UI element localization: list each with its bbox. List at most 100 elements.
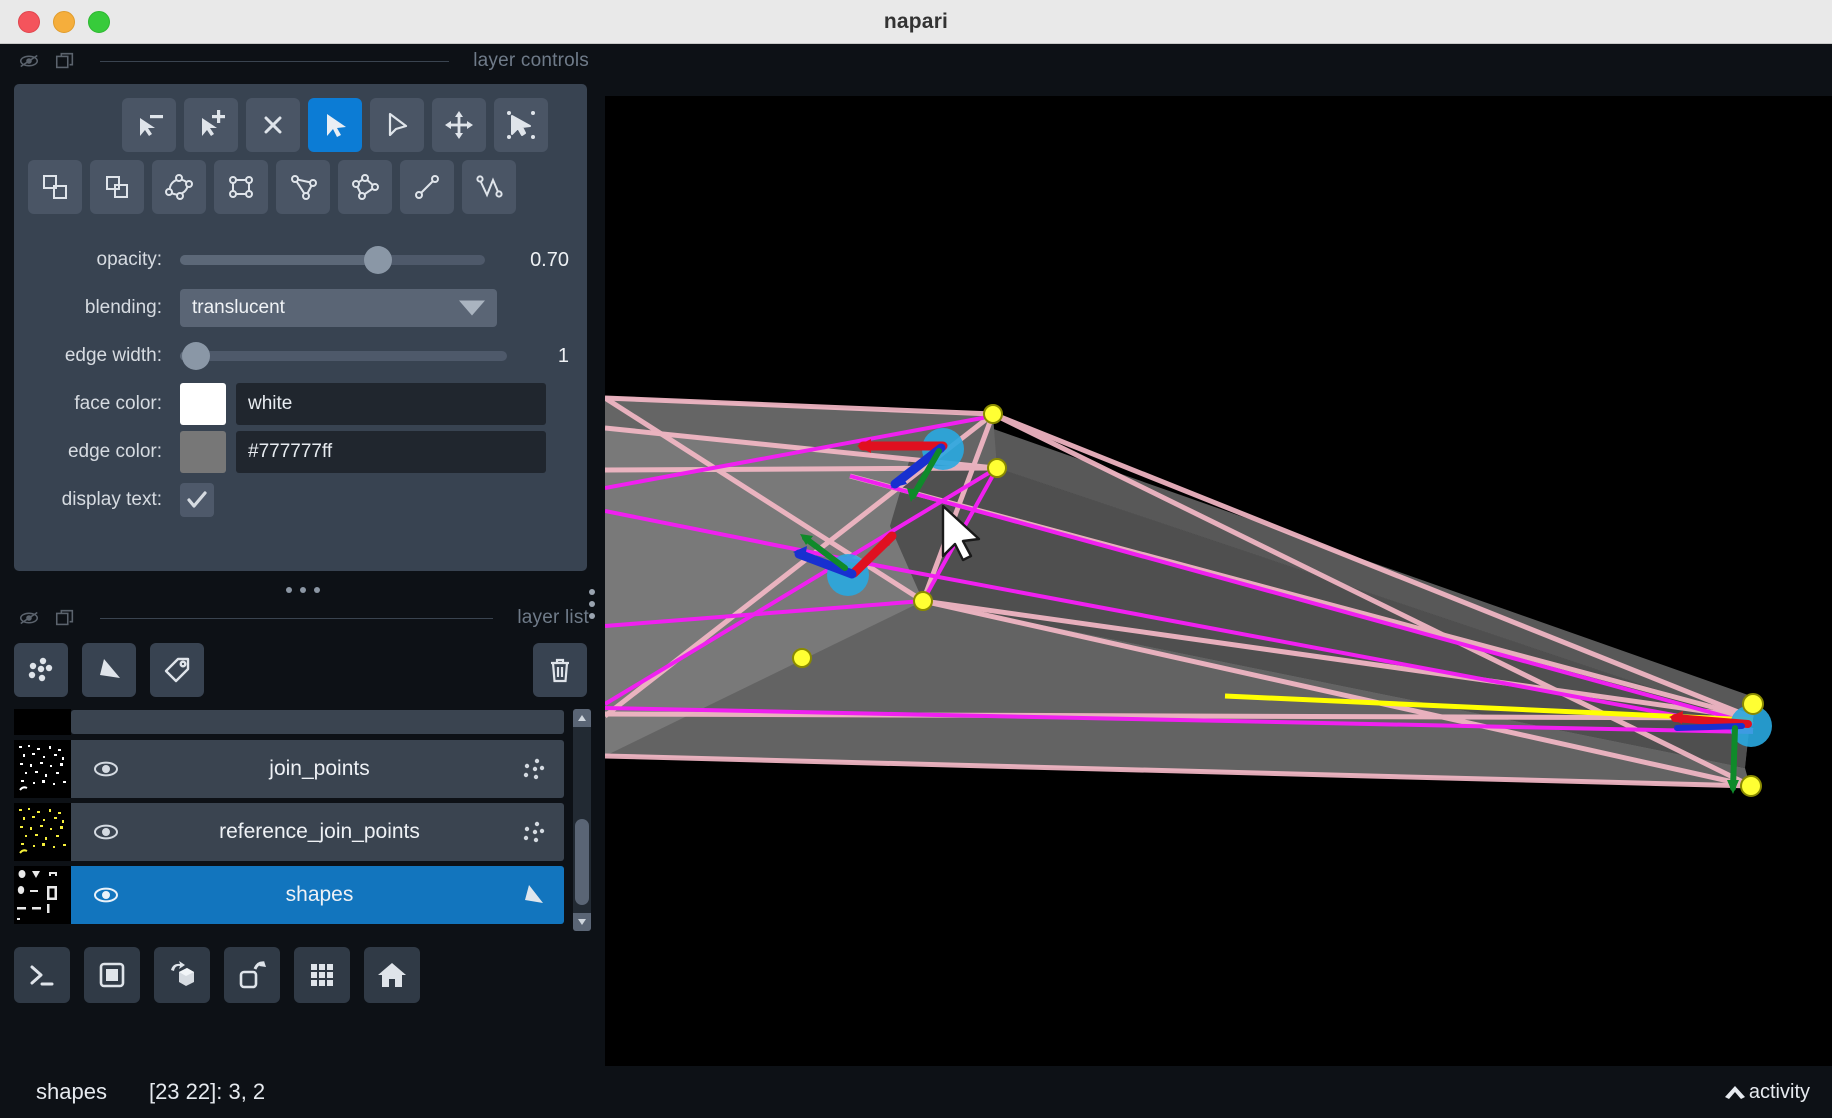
edge-color-label: edge color: [28,441,180,463]
add-polygon-button[interactable] [276,160,330,214]
layer-visibility-icon[interactable] [91,817,121,847]
eye-slash-icon[interactable] [18,607,40,629]
blending-row: blending: translucent [28,284,573,332]
header-divider [100,618,493,619]
edge-color-input[interactable]: #777777ff [236,431,546,473]
transpose-dims-button[interactable] [224,947,280,1003]
eye-slash-icon[interactable] [18,50,40,72]
edge-width-value: 1 [558,345,573,368]
list-item[interactable]: join_points [14,740,564,798]
new-shapes-layer-button[interactable] [82,643,136,697]
layer-action-buttons [0,635,605,705]
move-front-button[interactable] [90,160,144,214]
edge-width-slider[interactable] [180,351,507,361]
chevron-up-icon [1723,1081,1747,1103]
add-line-button[interactable] [400,160,454,214]
move-back-button[interactable] [28,160,82,214]
edge-width-label: edge width: [28,345,180,367]
layer-list-scrollbar[interactable] [573,709,591,931]
chevron-down-icon [459,301,485,316]
delete-shape-button[interactable] [246,98,300,152]
layer-visibility-icon[interactable] [91,754,121,784]
viewer-button-bar [0,931,605,1003]
edge-color-value: #777777ff [248,441,332,463]
scroll-down-icon[interactable] [573,913,591,931]
opacity-value: 0.70 [530,249,573,272]
face-color-value: white [248,393,292,415]
display-text-row: display text: [28,476,573,524]
face-color-input[interactable]: white [236,383,546,425]
list-item[interactable]: reference_join_points [14,803,564,861]
edge-color-row: edge color: #777777ff [28,428,573,476]
layer-list-scroll-content: join_points [14,709,564,931]
opacity-slider[interactable] [180,255,485,265]
display-text-checkbox[interactable] [180,483,214,517]
add-path-button[interactable] [462,160,516,214]
console-button[interactable] [14,947,70,1003]
new-points-layer-button[interactable] [14,643,68,697]
layer-thumbnail [14,866,71,924]
grid-view-button[interactable] [294,947,350,1003]
layer-thumbnail [14,740,71,798]
layer-list-title: layer list [517,607,589,629]
layer-name: join_points [121,757,518,781]
activity-label: activity [1749,1081,1810,1104]
face-color-label: face color: [28,393,180,415]
new-labels-layer-button[interactable] [150,643,204,697]
window-titlebar: napari [0,0,1832,44]
direct-select-button[interactable] [370,98,424,152]
edge-width-slider-handle[interactable] [182,342,210,370]
face-color-swatch[interactable] [180,383,226,425]
roll-dims-button[interactable] [154,947,210,1003]
blending-select[interactable]: translucent [180,289,497,327]
viewer-canvas[interactable] [605,96,1832,1110]
home-button[interactable] [364,947,420,1003]
add-ellipse-button[interactable] [152,160,206,214]
list-item[interactable] [14,709,564,735]
layer-list: join_points [14,709,591,931]
edge-color-swatch[interactable] [180,431,226,473]
left-dock: layer controls [0,44,605,1065]
activity-button[interactable]: activity [1723,1081,1810,1104]
shapes-layer-type-icon [518,880,548,910]
layer-thumbnail [14,709,71,735]
points-layer-type-icon [518,754,548,784]
status-coordinates: [23 22]: 3, 2 [149,1079,265,1105]
layer-thumbnail [14,803,71,861]
delete-layer-button[interactable] [533,643,587,697]
dock-resize-grip[interactable] [589,589,595,619]
layer-controls-panel: opacity: 0.70 blending: translucent e [14,84,587,571]
layer-name: shapes [121,883,518,907]
select-vertex-remove-button[interactable] [122,98,176,152]
blending-value: translucent [192,297,285,319]
add-rectangle-button[interactable] [214,160,268,214]
scrollbar-thumb[interactable] [575,819,589,905]
transform-button[interactable] [494,98,548,152]
opacity-label: opacity: [28,249,180,271]
list-item[interactable]: shapes [14,866,564,924]
scroll-up-icon[interactable] [573,709,591,727]
header-divider [100,61,449,62]
points-layer-type-icon [518,817,548,847]
ndisplay-toggle-button[interactable] [84,947,140,1003]
layer-controls-header: layer controls [0,44,605,78]
select-vertex-add-button[interactable] [184,98,238,152]
window-title: napari [0,10,1832,34]
select-shapes-button[interactable] [308,98,362,152]
layer-controls-title: layer controls [473,50,589,72]
dock-splitter[interactable] [0,579,605,601]
face-color-row: face color: white [28,380,573,428]
layer-visibility-icon[interactable] [91,880,121,910]
add-polygon-lasso-button[interactable] [338,160,392,214]
copy-icon[interactable] [54,607,76,629]
copy-icon[interactable] [54,50,76,72]
blending-label: blending: [28,297,180,319]
opacity-slider-handle[interactable] [364,246,392,274]
pan-zoom-button[interactable] [432,98,486,152]
mode-tool-row [28,98,573,152]
canvas-shapes-render [605,96,1832,1110]
status-bar: shapes [23 22]: 3, 2 activity [0,1066,1832,1118]
layer-list-header: layer list [0,601,605,635]
app-body: layer controls [0,44,1832,1118]
opacity-row: opacity: 0.70 [28,236,573,284]
